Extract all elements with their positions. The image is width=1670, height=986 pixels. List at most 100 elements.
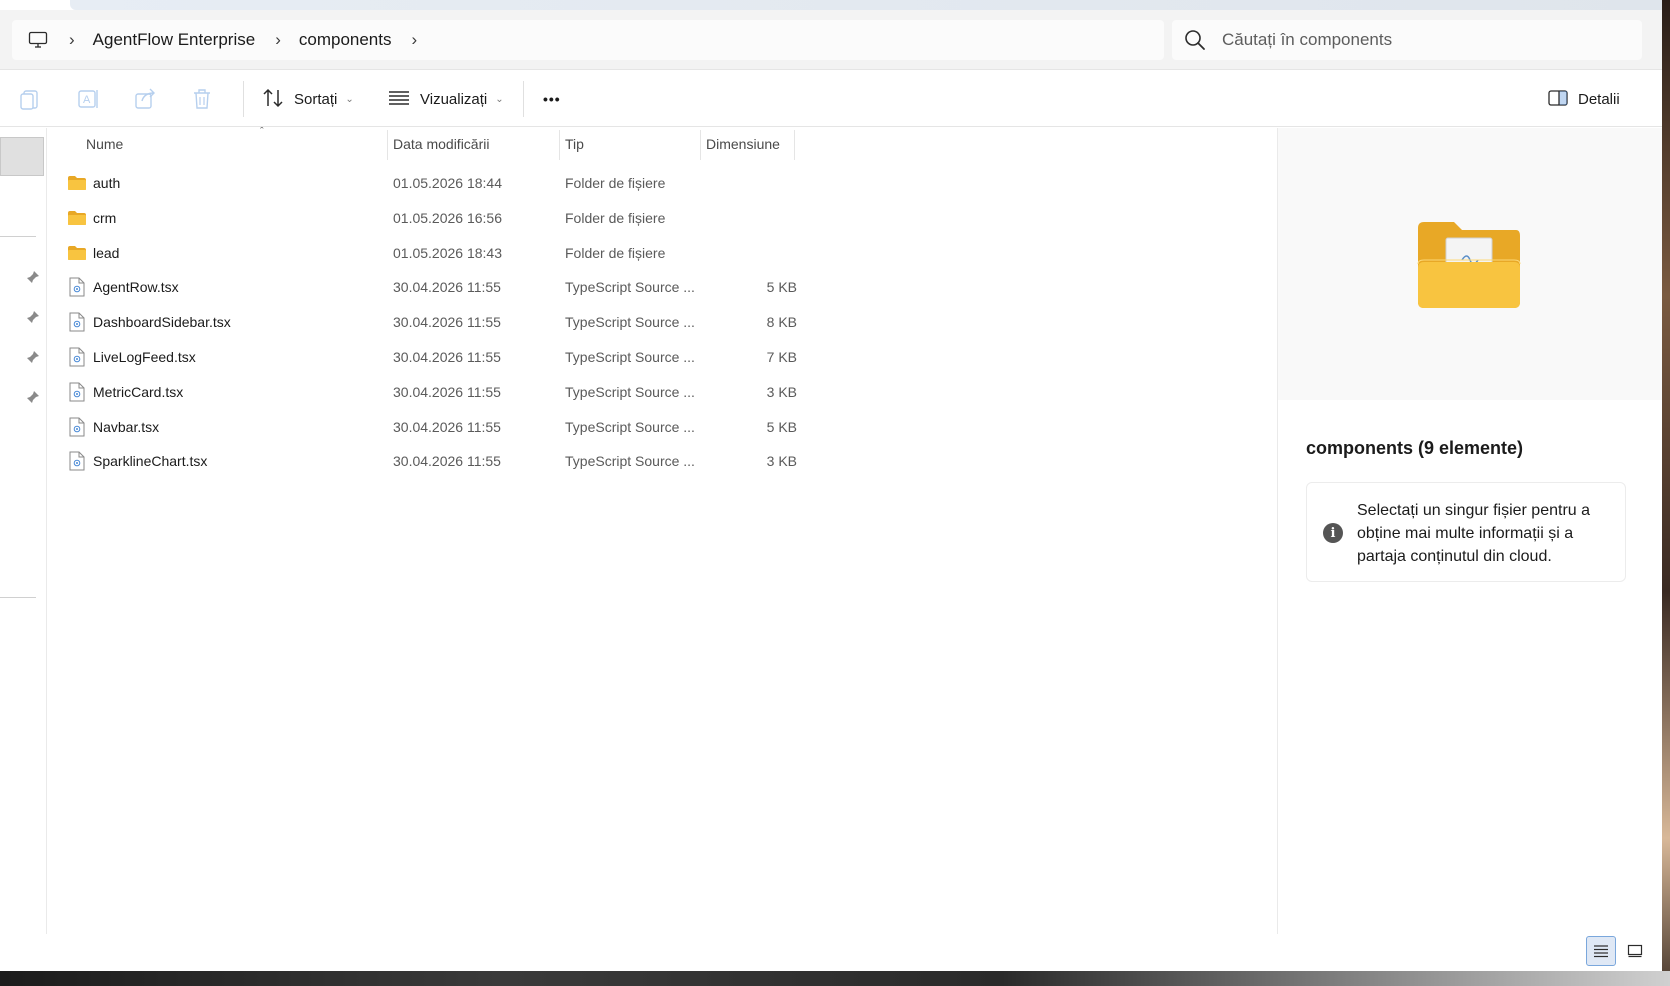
sort-button[interactable]: Sortați ⌄ [262,83,354,115]
file-name-cell[interactable]: crm [67,201,116,235]
file-name-cell[interactable]: Navbar.tsx [67,410,159,444]
file-size: 5 KB [766,418,797,435]
file-row[interactable]: lead 01.05.2026 18:43 Folder de fișiere [67,236,827,270]
file-size: 7 KB [766,349,797,365]
file-icon [67,277,87,297]
chevron-right-icon[interactable]: › [412,30,418,50]
nav-divider [0,597,36,598]
file-date: 01.05.2026 18:43 [393,244,502,261]
file-row[interactable]: DashboardSidebar.tsx 30.04.2026 11:55 Type… [67,305,827,339]
file-name: SparklineChart.tsx [93,453,208,470]
file-row[interactable]: MetricCard.tsx 30.04.2026 11:55 TypeScript… [67,375,827,409]
pin-icon[interactable] [26,270,40,284]
file-type: TypeScript Source ... [565,349,695,365]
search-box[interactable] [1172,20,1642,60]
file-name: crm [93,209,117,226]
details-title: components (9 elemente) [1306,438,1524,458]
file-name-cell[interactable]: AgentRow.tsx [67,270,179,304]
column-date-label: Data modificării [393,136,490,152]
file-row[interactable]: Navbar.tsx 30.04.2026 11:55 TypeScript Sou… [67,410,827,444]
command-bar: A Sortați ⌄ Vizualizați ⌄ ••• Detalii [0,71,1662,127]
file-row[interactable]: auth 01.05.2026 18:44 Folder de fișiere [67,166,827,200]
file-name-cell[interactable]: auth [67,166,120,200]
delete-icon[interactable] [192,83,212,115]
column-separator[interactable] [794,130,795,160]
chevron-right-icon[interactable]: › [275,30,281,50]
info-card: i Selectați un singur fișier pentru a ob… [1306,482,1626,582]
share-icon[interactable] [135,83,157,115]
file-explorer-window: › AgentFlow Enterprise › components › A [0,0,1662,971]
pin-icon[interactable] [26,350,40,364]
file-type: TypeScript Source ... [565,418,695,435]
column-header-name[interactable]: Nume ˆ [80,126,410,160]
breadcrumb-item-components[interactable]: components [299,30,392,50]
file-row[interactable]: LiveLogFeed.tsx 30.04.2026 11:55 TypeScrip… [67,340,827,374]
search-icon [1182,27,1208,53]
breadcrumb[interactable]: › AgentFlow Enterprise › components › [12,20,1164,60]
file-icon [67,312,87,332]
status-bar [0,934,1662,971]
folder-icon [67,244,87,262]
file-name-cell[interactable]: SparklineChart.tsx [67,444,207,478]
view-button[interactable]: Vizualizați ⌄ [388,83,504,115]
file-icon [67,382,87,402]
column-header-date[interactable]: Data modificării [387,128,557,160]
file-icon [67,347,87,367]
this-pc-icon[interactable] [27,30,49,50]
file-name-cell[interactable]: lead [67,236,119,270]
file-date: 30.04.2026 11:55 [393,383,501,400]
info-text: Selectați un singur fișier pentru a obți… [1357,502,1591,565]
file-name-cell[interactable]: LiveLogFeed.tsx [67,340,196,374]
nav-selected-item[interactable] [0,137,44,176]
file-date: 01.05.2026 16:56 [393,209,502,226]
file-date: 01.05.2026 18:44 [393,175,502,191]
file-name-cell[interactable]: DashboardSidebar.tsx [67,305,231,339]
svg-text:A: A [83,94,91,106]
breadcrumb-item-agentflow[interactable]: AgentFlow Enterprise [93,30,256,50]
large-icons-view-button[interactable] [1620,936,1650,966]
details-view-button[interactable] [1586,936,1616,966]
folder-preview-icon [1414,220,1524,313]
view-label: Vizualizați [420,90,488,108]
column-header-size[interactable]: Dimensiune [700,128,794,160]
more-icon: ••• [543,91,561,107]
file-name-cell[interactable]: MetricCard.tsx [67,375,183,409]
file-date: 30.04.2026 11:55 [393,418,501,435]
preview-area [1278,128,1662,400]
file-size: 3 KB [766,383,797,400]
file-type: TypeScript Source ... [565,279,695,296]
file-name: lead [93,244,120,261]
file-row[interactable]: AgentRow.tsx 30.04.2026 11:55 TypeScript S… [67,270,827,304]
file-row[interactable]: SparklineChart.tsx 30.04.2026 11:55 TypeSc… [67,444,827,478]
column-type-label: Tip [565,136,584,152]
file-size [707,166,797,200]
file-name: AgentRow.tsx [93,279,179,296]
view-icon [388,90,410,109]
column-header-type[interactable]: Tip [559,128,699,160]
sort-ascending-icon: ˆ [260,126,264,138]
navigation-pane [0,128,47,934]
column-headers: Nume ˆ Data modificării Tip Dimensiune [47,126,827,160]
file-name: LiveLogFeed.tsx [93,349,196,365]
file-icon [67,451,87,471]
pin-icon[interactable] [26,390,40,404]
file-type: Folder de fișiere [565,244,666,261]
file-list: Nume ˆ Data modificării Tip Dimensiune a… [47,126,1277,934]
rename-icon[interactable]: A [78,83,100,115]
pin-icon[interactable] [26,310,40,324]
chevron-down-icon: ⌄ [495,93,504,105]
tab-strip [70,0,1662,10]
search-input[interactable] [1222,30,1622,50]
column-size-label: Dimensiune [706,136,780,152]
more-options-button[interactable]: ••• [543,83,561,115]
file-name: auth [93,175,121,191]
chevron-right-icon[interactable]: › [69,30,75,50]
details-label: Detalii [1578,90,1620,108]
file-size: 5 KB [766,279,797,296]
file-row[interactable]: crm 01.05.2026 16:56 Folder de fișiere [67,201,827,235]
file-type: TypeScript Source ... [565,453,695,470]
file-date: 30.04.2026 11:55 [393,314,501,331]
address-bar: › AgentFlow Enterprise › components › [0,10,1662,70]
details-button[interactable]: Detalii [1548,83,1620,115]
copy-icon[interactable] [20,83,40,115]
